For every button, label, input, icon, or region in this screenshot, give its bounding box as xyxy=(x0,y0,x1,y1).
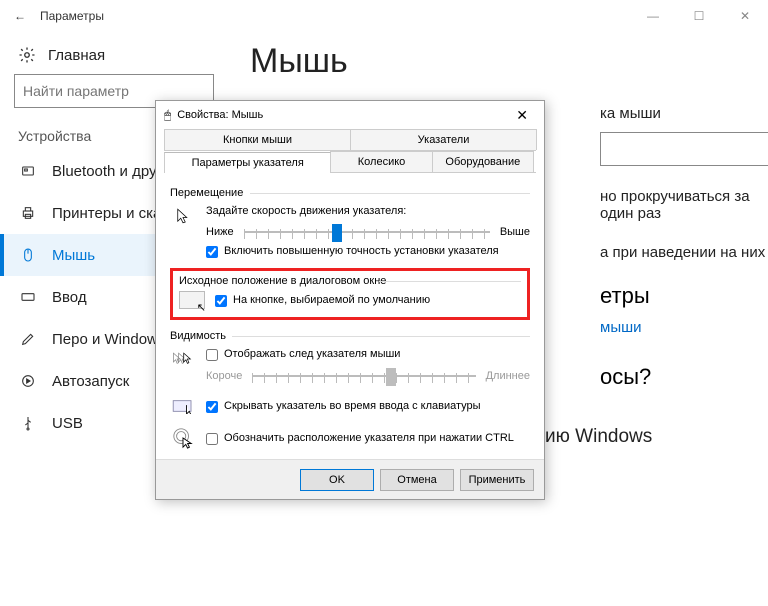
snap-to-label: На кнопке, выбираемой по умолчанию xyxy=(233,294,430,306)
trails-slider xyxy=(252,367,475,385)
questions-heading: осы? xyxy=(600,364,768,390)
mouse-icon xyxy=(18,247,38,263)
sidebar-item-label: Ввод xyxy=(52,289,87,306)
pointer-speed-slider[interactable] xyxy=(244,223,490,241)
mouse-properties-dialog: 🖱 Свойства: Мышь ✕ Кнопки мыши Указатели… xyxy=(155,100,545,500)
home-link[interactable]: Главная xyxy=(0,40,220,74)
scroll-lines-label: но прокручиваться за один раз xyxy=(600,188,768,222)
back-icon[interactable]: ← xyxy=(14,9,26,23)
gear-icon xyxy=(18,46,36,64)
home-label: Главная xyxy=(48,47,105,64)
dialog-close-button[interactable]: ✕ xyxy=(508,105,536,126)
titlebar: ← Параметры — ☐ ✕ xyxy=(0,0,768,32)
hide-typing-checkbox[interactable] xyxy=(206,401,218,413)
dialog-titlebar: 🖱 Свойства: Мышь ✕ xyxy=(156,101,544,129)
additional-mouse-link[interactable]: мыши xyxy=(600,319,768,336)
button-section-label: ка мыши xyxy=(600,105,768,122)
slow-label: Ниже xyxy=(206,226,234,238)
trails-icon xyxy=(170,348,196,370)
snap-button-icon xyxy=(179,291,205,309)
bluetooth-icon xyxy=(18,163,38,179)
related-heading: етры xyxy=(600,283,768,309)
tab-pointer-options[interactable]: Параметры указателя xyxy=(164,152,331,173)
snap-to-highlight: Исходное положение в диалоговом окне На … xyxy=(170,268,530,320)
hover-scroll-label: а при наведении на них xyxy=(600,244,768,261)
keyboard-icon xyxy=(18,289,38,305)
close-button[interactable]: ✕ xyxy=(722,0,768,32)
usb-icon xyxy=(18,415,38,431)
group-snap-title: Исходное положение в диалоговом окне xyxy=(179,275,521,287)
primary-button-dropdown[interactable] xyxy=(600,132,768,166)
mouse-small-icon: 🖱 xyxy=(164,108,171,123)
sidebar-item-label: Автозапуск xyxy=(52,373,129,390)
trails-checkbox[interactable] xyxy=(206,349,218,361)
snap-to-checkbox[interactable] xyxy=(215,295,227,307)
tab-hardware[interactable]: Оборудование xyxy=(432,151,534,172)
apply-button[interactable]: Применить xyxy=(460,469,534,491)
tab-buttons[interactable]: Кнопки мыши xyxy=(164,129,351,150)
maximize-button[interactable]: ☐ xyxy=(676,0,722,32)
sidebar-item-label: Мышь xyxy=(52,247,95,264)
minimize-button[interactable]: — xyxy=(630,0,676,32)
dialog-title: Свойства: Мышь xyxy=(177,109,263,121)
cursor-icon xyxy=(170,205,196,227)
precision-checkbox[interactable] xyxy=(206,246,218,258)
speed-label: Задайте скорость движения указателя: xyxy=(206,205,530,217)
ctrl-locate-label: Обозначить расположение указателя при на… xyxy=(224,432,514,444)
page-title: Мышь xyxy=(250,42,768,81)
window-title: Параметры xyxy=(40,9,104,23)
trails-short-label: Короче xyxy=(206,370,242,382)
group-visibility-title: Видимость xyxy=(170,330,530,342)
ctrl-locate-icon xyxy=(170,427,196,449)
ctrl-locate-checkbox[interactable] xyxy=(206,433,218,445)
precision-label: Включить повышенную точность установки у… xyxy=(224,245,499,257)
trails-long-label: Длиннее xyxy=(486,370,530,382)
sidebar-item-label: Перо и Windows xyxy=(52,331,165,348)
pen-icon xyxy=(18,331,38,347)
tab-pointers[interactable]: Указатели xyxy=(350,129,537,150)
hide-typing-icon xyxy=(170,395,196,417)
tab-wheel[interactable]: Колесико xyxy=(330,151,432,172)
ok-button[interactable]: OK xyxy=(300,469,374,491)
cancel-button[interactable]: Отмена xyxy=(380,469,454,491)
group-motion-title: Перемещение xyxy=(170,187,530,199)
fast-label: Выше xyxy=(500,226,530,238)
autoplay-icon xyxy=(18,373,38,389)
printer-icon xyxy=(18,205,38,221)
trails-label: Отображать след указателя мыши xyxy=(224,348,400,360)
sidebar-item-label: USB xyxy=(52,415,83,432)
hide-typing-label: Скрывать указатель во время ввода с клав… xyxy=(224,400,481,412)
